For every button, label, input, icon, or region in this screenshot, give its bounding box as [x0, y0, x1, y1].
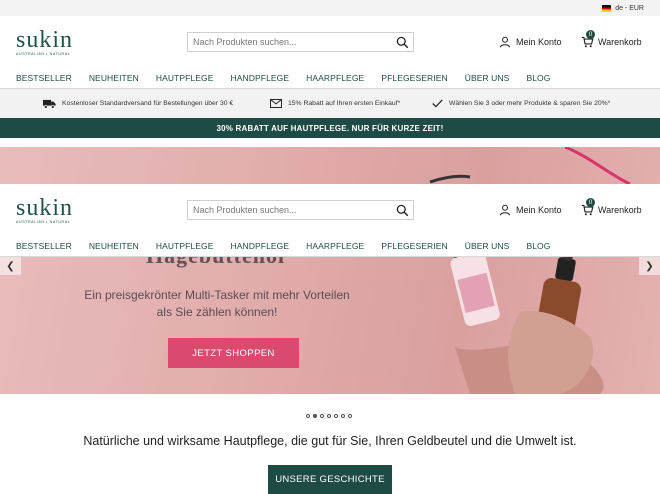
cart-icon-wrap: 0	[581, 30, 595, 49]
sukin-logo[interactable]: sukin AUSTRALIAN • NATURAL	[16, 26, 82, 56]
carousel-dot[interactable]	[334, 414, 338, 418]
promo-banner[interactable]: 30% RABATT AUF HAUTPFLEGE. NUR FÜR KURZE…	[0, 118, 660, 138]
sticky-nav-item-ueber-uns[interactable]: ÜBER UNS	[465, 241, 510, 251]
logo-wordmark: sukin	[16, 26, 74, 53]
sticky-nav-item-blog[interactable]: BLOG	[526, 241, 550, 251]
hero-subtitle: Ein preisgekrönter Multi-Tasker mit mehr…	[84, 288, 350, 319]
carousel-dots	[306, 414, 352, 418]
benefit-discount-text: 15% Rabatt auf Ihren ersten Einkauf*	[288, 100, 401, 107]
chevron-right-icon: ❯	[645, 260, 654, 272]
carousel-dot[interactable]	[306, 414, 310, 418]
envelope-icon	[270, 99, 282, 108]
sticky-logo-wordmark: sukin	[16, 194, 74, 221]
benefit-shipping: Kostenloser Standardversand für Bestellu…	[43, 99, 270, 109]
nav-item-ueber-uns[interactable]: ÜBER UNS	[465, 73, 510, 83]
sticky-cart-icon-wrap: 0	[581, 198, 595, 217]
chevron-left-icon: ❮	[6, 260, 15, 272]
benefit-bundle: Wählen Sie 3 oder mehr Produkte & sparen…	[432, 99, 610, 108]
sticky-nav-item-bestseller[interactable]: BESTSELLER	[16, 241, 72, 251]
nav-item-handpflege[interactable]: HANDPFLEGE	[231, 73, 290, 83]
page: de - EUR sukin AUSTRALIAN • NATURAL Nach…	[0, 0, 660, 494]
german-flag-icon[interactable]	[602, 4, 612, 12]
sticky-account-label: Mein Konto	[516, 205, 562, 215]
sticky-site-header: sukin AUSTRALIAN • NATURAL Nach Produkte…	[0, 184, 660, 236]
account-label: Mein Konto	[516, 37, 562, 47]
carousel-dot[interactable]	[341, 414, 345, 418]
search-icon[interactable]	[396, 36, 409, 49]
nav-item-bestseller[interactable]: BESTSELLER	[16, 73, 72, 83]
sticky-nav-item-hautpflege[interactable]: HAUTPFLEGE	[156, 241, 214, 251]
sticky-nav-item-handpflege[interactable]: HANDPFLEGE	[231, 241, 290, 251]
carousel-dot[interactable]	[320, 414, 324, 418]
site-header: sukin AUSTRALIAN • NATURAL Nach Produkte…	[0, 16, 660, 68]
nav-item-neuheiten[interactable]: NEUHEITEN	[89, 73, 139, 83]
sticky-search-icon[interactable]	[396, 204, 409, 217]
cart-label: Warenkorb	[598, 37, 642, 47]
cart-link[interactable]: 0 Warenkorb	[581, 30, 642, 49]
carousel-prev-button[interactable]: ❮	[0, 257, 21, 275]
benefit-shipping-text: Kostenloser Standardversand für Bestellu…	[62, 100, 234, 107]
sticky-nav-item-pflegeserien[interactable]: PFLEGESERIEN	[381, 241, 447, 251]
sticky-search-placeholder: Nach Produkten suchen...	[193, 205, 297, 215]
benefit-discount: 15% Rabatt auf Ihren ersten Einkauf*	[270, 99, 432, 108]
sticky-main-nav: BESTSELLER NEUHEITEN HAUTPFLEGE HANDPFLE…	[0, 236, 660, 257]
sticky-search-input[interactable]: Nach Produkten suchen...	[187, 200, 414, 220]
carousel-dot[interactable]	[327, 414, 331, 418]
checkmark-icon	[432, 99, 443, 108]
benefit-bundle-text: Wählen Sie 3 oder mehr Produkte & sparen…	[449, 100, 611, 107]
search-placeholder: Nach Produkten suchen...	[193, 37, 297, 47]
truck-icon	[43, 99, 56, 109]
sticky-nav-item-neuheiten[interactable]: NEUHEITEN	[89, 241, 139, 251]
sticky-cart-link[interactable]: 0 Warenkorb	[581, 198, 642, 217]
sticky-header: sukin AUSTRALIAN • NATURAL Nach Produkte…	[0, 184, 660, 257]
sticky-account-link[interactable]: Mein Konto	[499, 204, 562, 216]
sticky-nav-item-haarpflege[interactable]: HAARPFLEGE	[306, 241, 364, 251]
sticky-cart-label: Warenkorb	[598, 205, 642, 215]
locale-bar: de - EUR	[0, 0, 660, 16]
carousel-dot[interactable]	[313, 414, 317, 418]
main-nav: BESTSELLER NEUHEITEN HAUTPFLEGE HANDPFLE…	[0, 68, 660, 89]
benefits-bar: Kostenloser Standardversand für Bestellu…	[0, 89, 660, 118]
locale-selector[interactable]: de - EUR	[615, 5, 644, 12]
logo-tagline: AUSTRALIAN • NATURAL	[16, 51, 71, 56]
nav-item-hautpflege[interactable]: HAUTPFLEGE	[156, 73, 214, 83]
brand-tagline: Natürliche und wirksame Hautpflege, die …	[83, 434, 577, 448]
our-story-button[interactable]: UNSERE GESCHICHTE	[268, 465, 392, 494]
nav-item-haarpflege[interactable]: HAARPFLEGE	[306, 73, 364, 83]
shop-now-button[interactable]: JETZT SHOPPEN	[168, 338, 299, 368]
nav-item-blog[interactable]: BLOG	[526, 73, 550, 83]
user-icon	[499, 36, 511, 48]
sticky-user-icon	[499, 204, 511, 216]
cart-count-badge: 0	[586, 30, 595, 39]
account-link[interactable]: Mein Konto	[499, 36, 562, 48]
sticky-logo-tagline: AUSTRALIAN • NATURAL	[16, 219, 71, 224]
carousel-dot[interactable]	[348, 414, 352, 418]
sticky-sukin-logo[interactable]: sukin AUSTRALIAN • NATURAL	[16, 194, 82, 224]
nav-item-pflegeserien[interactable]: PFLEGESERIEN	[381, 73, 447, 83]
search-input[interactable]: Nach Produkten suchen...	[187, 32, 414, 52]
sticky-cart-count-badge: 0	[586, 198, 595, 207]
carousel-next-button[interactable]: ❯	[639, 257, 660, 275]
